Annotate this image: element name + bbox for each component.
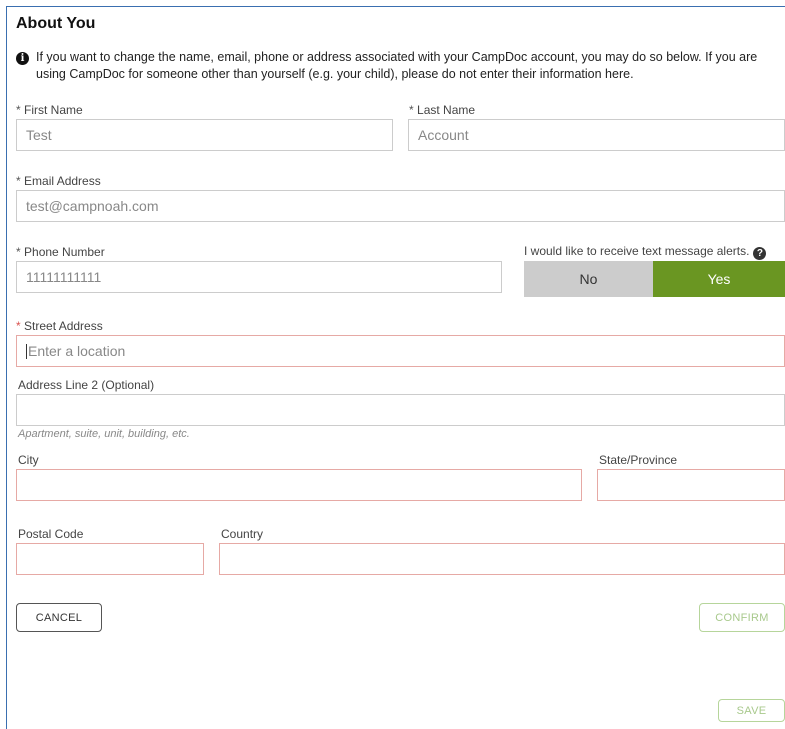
email-label: * Email Address (16, 174, 101, 188)
address-line-2-label: Address Line 2 (Optional) (18, 378, 155, 392)
required-marker: * (16, 174, 21, 188)
first-name-label: * First Name (16, 103, 83, 117)
postal-code-input[interactable] (16, 543, 204, 575)
country-input[interactable] (219, 543, 785, 575)
window-frame-left (6, 6, 7, 729)
state-input[interactable] (597, 469, 785, 501)
street-address-label: * Street Address (16, 319, 103, 333)
info-circle-icon: i (16, 52, 29, 65)
required-marker: * (16, 103, 21, 117)
cancel-button[interactable]: CANCEL (16, 603, 102, 632)
address-line-2-input[interactable] (16, 394, 785, 426)
text-alerts-yes-button[interactable]: Yes (653, 261, 785, 297)
phone-input[interactable]: 11111111111 (16, 261, 502, 293)
city-input[interactable] (16, 469, 582, 501)
last-name-input[interactable]: Account (408, 119, 785, 151)
last-name-label: * Last Name (409, 103, 476, 117)
address-line-2-hint: Apartment, suite, unit, building, etc. (18, 428, 190, 440)
country-label: Country (221, 527, 264, 541)
confirm-button[interactable]: CONFIRM (699, 603, 785, 632)
email-input[interactable]: test@campnoah.com (16, 190, 785, 222)
text-alerts-label: I would like to receive text message ale… (524, 244, 767, 260)
first-name-input[interactable]: Test (16, 119, 393, 151)
save-button[interactable]: SAVE (718, 699, 785, 722)
text-alerts-no-button[interactable]: No (524, 261, 653, 297)
city-label: City (18, 453, 39, 467)
state-label: State/Province (599, 453, 678, 467)
section-title: About You (16, 15, 96, 32)
phone-label: * Phone Number (16, 245, 105, 259)
text-cursor (26, 343, 27, 359)
info-message: If you want to change the name, email, p… (36, 50, 758, 81)
postal-code-label: Postal Code (18, 527, 84, 541)
question-circle-icon[interactable]: ? (753, 247, 767, 260)
window-frame-top (6, 6, 785, 7)
required-marker: * (16, 319, 21, 333)
required-marker: * (409, 103, 414, 117)
street-address-input[interactable]: Enter a location (16, 335, 785, 367)
required-marker: * (16, 245, 21, 259)
